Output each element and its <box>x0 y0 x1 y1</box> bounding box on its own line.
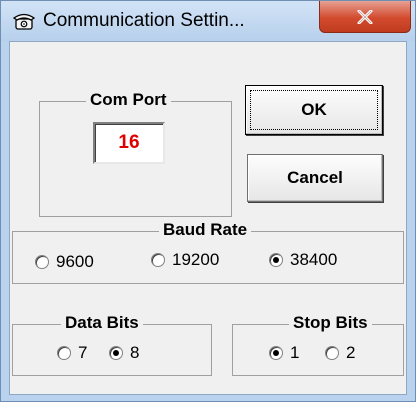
radio-selected-dot <box>273 257 279 263</box>
baud-option-38400-label: 38400 <box>290 250 338 269</box>
dialog-client-area: Com Port 16 OK Cancel Baud Rate 9600 192… <box>9 41 407 395</box>
baud-radio-9600[interactable]: 9600 <box>35 252 94 272</box>
radio-selected-dot <box>113 350 119 356</box>
telephone-icon <box>13 13 35 30</box>
close-button[interactable] <box>319 1 411 33</box>
close-icon <box>357 9 373 24</box>
communication-settings-window: Communication Settin... Com Port 16 OK C… <box>0 0 416 402</box>
focus-rectangle <box>250 90 378 130</box>
radio-circle <box>269 253 283 267</box>
com-port-group: Com Port 16 <box>39 90 232 217</box>
stop-bits-group: Stop Bits 1 2 <box>232 313 404 376</box>
ok-button[interactable]: OK <box>245 85 383 135</box>
stop-bits-option-1-label: 1 <box>290 343 300 362</box>
radio-circle <box>57 346 71 360</box>
data-bits-label: Data Bits <box>61 313 143 333</box>
data-bits-radio-7[interactable]: 7 <box>57 343 87 363</box>
stop-bits-radio-1[interactable]: 1 <box>269 343 299 363</box>
com-port-label: Com Port <box>86 90 171 110</box>
com-port-value: 16 <box>118 132 140 153</box>
title-bar[interactable]: Communication Settin... <box>1 1 415 41</box>
data-bits-radio-8[interactable]: 8 <box>109 343 139 363</box>
baud-option-9600-label: 9600 <box>56 252 94 271</box>
baud-radio-38400[interactable]: 38400 <box>269 250 337 270</box>
radio-circle <box>35 255 49 269</box>
baud-rate-group: Baud Rate 9600 19200 38400 <box>12 220 404 284</box>
radio-circle <box>325 346 339 360</box>
baud-option-19200-label: 19200 <box>172 250 220 269</box>
cancel-button-label: Cancel <box>287 168 343 187</box>
radio-circle <box>269 346 283 360</box>
com-port-field[interactable]: 16 <box>93 122 165 164</box>
window-title: Communication Settin... <box>43 10 245 31</box>
stop-bits-label: Stop Bits <box>289 313 372 333</box>
data-bits-group: Data Bits 7 8 <box>12 313 212 376</box>
cancel-button[interactable]: Cancel <box>247 154 383 202</box>
baud-radio-19200[interactable]: 19200 <box>151 250 219 270</box>
radio-circle <box>109 346 123 360</box>
stop-bits-radio-2[interactable]: 2 <box>325 343 355 363</box>
radio-circle <box>151 253 165 267</box>
radio-selected-dot <box>273 350 279 356</box>
baud-rate-label: Baud Rate <box>159 220 252 240</box>
stop-bits-option-2-label: 2 <box>346 343 356 362</box>
data-bits-option-7-label: 7 <box>78 343 88 362</box>
data-bits-option-8-label: 8 <box>130 343 140 362</box>
